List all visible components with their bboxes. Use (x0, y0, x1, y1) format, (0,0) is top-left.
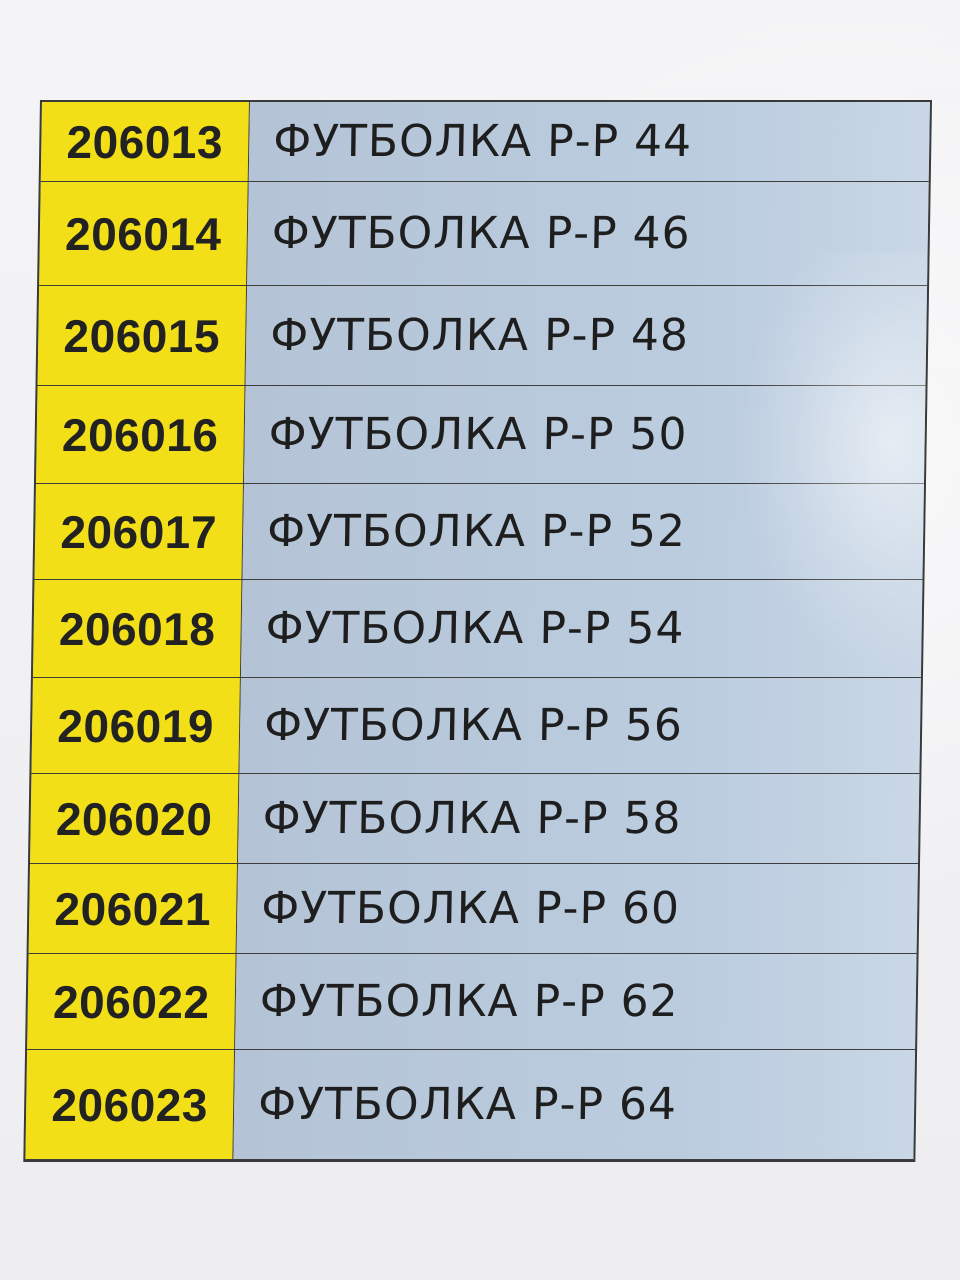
product-code: 206020 (30, 774, 240, 863)
table-row: 206023 ФУТБОЛКА Р-Р 64 (25, 1050, 916, 1160)
product-name: ФУТБОЛКА Р-Р 58 (238, 774, 920, 863)
table-row: 206013 ФУТБОЛКА Р-Р 44 (40, 102, 930, 182)
product-code: 206014 (39, 182, 249, 285)
product-name: ФУТБОЛКА Р-Р 60 (236, 864, 918, 953)
product-code: 206013 (40, 102, 250, 181)
product-code: 206018 (32, 580, 243, 677)
table-row: 206016 ФУТБОЛКА Р-Р 50 (35, 386, 926, 484)
product-name: ФУТБОЛКА Р-Р 46 (247, 182, 929, 285)
product-code: 206015 (37, 286, 248, 385)
product-name: ФУТБОЛКА Р-Р 64 (233, 1050, 916, 1159)
table-row: 206014 ФУТБОЛКА Р-Р 46 (39, 182, 929, 286)
product-code: 206021 (28, 864, 238, 953)
product-name: ФУТБОЛКА Р-Р 56 (239, 678, 921, 773)
product-code: 206016 (35, 386, 246, 483)
table-row: 206022 ФУТБОЛКА Р-Р 62 (27, 954, 917, 1050)
product-code: 206019 (31, 678, 241, 773)
table-row: 206017 ФУТБОЛКА Р-Р 52 (34, 484, 924, 580)
table-row: 206021 ФУТБОЛКА Р-Р 60 (28, 864, 918, 954)
product-label-table: 206013 ФУТБОЛКА Р-Р 44 206014 ФУТБОЛКА Р… (23, 100, 932, 1162)
table-row: 206018 ФУТБОЛКА Р-Р 54 (32, 580, 923, 678)
product-name: ФУТБОЛКА Р-Р 62 (235, 954, 917, 1049)
table-row: 206015 ФУТБОЛКА Р-Р 48 (37, 286, 928, 386)
product-code: 206017 (34, 484, 244, 579)
product-name: ФУТБОЛКА Р-Р 48 (245, 286, 928, 385)
table-row: 206019 ФУТБОЛКА Р-Р 56 (31, 678, 921, 774)
product-code: 206023 (25, 1050, 236, 1159)
product-name: ФУТБОЛКА Р-Р 52 (242, 484, 924, 579)
product-code: 206022 (27, 954, 237, 1049)
product-name: ФУТБОЛКА Р-Р 54 (240, 580, 923, 677)
table-row: 206020 ФУТБОЛКА Р-Р 58 (29, 774, 920, 864)
product-name: ФУТБОЛКА Р-Р 50 (243, 386, 926, 483)
product-name: ФУТБОЛКА Р-Р 44 (248, 102, 930, 181)
